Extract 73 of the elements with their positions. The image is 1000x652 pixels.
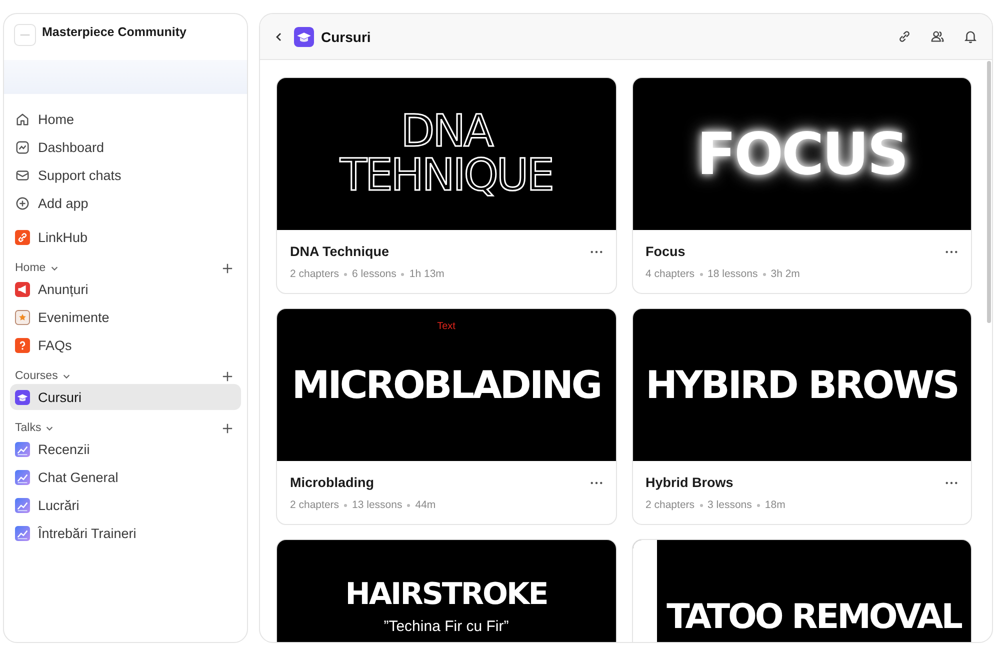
graduation-cap-icon [15, 390, 30, 404]
app-item[interactable]: LinkHub [10, 224, 241, 250]
space-item[interactable]: Cursuri [10, 384, 241, 410]
course-card[interactable]: DNA TEHNIQUE DNA Technique 2 chapters 6 lessons 1h 13m [276, 77, 616, 294]
chart-app-icon [15, 470, 30, 484]
cover-title: DNA [400, 110, 492, 154]
course-title: DNA Technique [290, 244, 390, 259]
graduation-cap-icon [294, 26, 314, 46]
course-meta: 4 chapters [646, 268, 695, 280]
nav-item[interactable]: Add app [10, 190, 241, 216]
cover-title: TEHNIQUE [340, 154, 552, 198]
course-meta: 18m [764, 499, 786, 511]
page-title: Cursuri [321, 28, 371, 44]
course-card[interactable]: Text MICROBLADING Microblading 2 chapters 13 lessons 44m [276, 308, 616, 525]
space-item[interactable]: Evenimente [10, 304, 241, 330]
cover-title: HYBIRD BROWS [646, 366, 958, 404]
course-meta: 3h 2m [770, 268, 800, 280]
nav-item[interactable]: Home [10, 106, 241, 132]
course-meta: 3 lessons [708, 499, 752, 511]
course-card[interactable]: TATOO REMOVAL [632, 539, 972, 642]
course-meta: 1h 13m [409, 268, 444, 280]
more-icon[interactable] [945, 480, 958, 484]
back-icon[interactable] [274, 32, 284, 42]
course-card[interactable]: HAIRSTROKE ”Techina Fir cu Fir” [276, 539, 616, 642]
chart-icon [15, 140, 30, 154]
add-icon[interactable] [222, 370, 233, 382]
link-icon[interactable] [897, 29, 912, 44]
chart-app-icon [15, 442, 30, 456]
space-item[interactable]: Întrebări Traineri [10, 520, 241, 546]
more-icon[interactable] [590, 250, 602, 254]
space-item[interactable]: Anunțuri [10, 276, 241, 302]
chart-app-icon [15, 498, 30, 512]
course-meta: 2 chapters [646, 499, 695, 511]
add-icon[interactable] [222, 262, 233, 274]
more-icon[interactable] [590, 480, 602, 484]
course-card[interactable]: FOCUS Focus 4 chapters 18 lessons 3h 2m [632, 77, 972, 294]
add-icon[interactable] [222, 422, 233, 434]
question-icon [15, 338, 30, 352]
cover-title: TATOO REMOVAL [666, 600, 961, 634]
course-meta: 2 chapters [290, 499, 340, 511]
section-toggle[interactable]: Courses [15, 370, 71, 382]
megaphone-icon [15, 282, 30, 296]
nav-item[interactable]: Dashboard [10, 134, 241, 160]
course-meta: 2 chapters [290, 268, 340, 280]
course-meta: 18 lessons [708, 268, 758, 280]
course-title: Hybrid Brows [646, 475, 734, 490]
cover-title: MICROBLADING [292, 366, 601, 404]
nav-item[interactable]: Support chats [10, 162, 241, 188]
section-toggle[interactable]: Home [15, 262, 59, 274]
home-icon [15, 112, 30, 126]
space-item[interactable]: Lucrări [10, 492, 241, 518]
course-meta: 44m [415, 499, 436, 511]
space-item[interactable]: Recenzii [10, 436, 241, 462]
community-name: Masterpiece Community [42, 25, 186, 39]
course-title: Focus [646, 244, 686, 259]
course-title: Microblading [290, 475, 374, 490]
bell-icon[interactable] [963, 29, 978, 44]
chart-app-icon [15, 526, 30, 540]
space-item[interactable]: FAQs [10, 332, 241, 358]
course-meta: 13 lessons [352, 499, 402, 511]
cover-subtitle: ”Techina Fir cu Fir” [384, 618, 509, 635]
section-toggle[interactable]: Talks [15, 422, 54, 434]
cover-title: FOCUS [696, 125, 907, 183]
add-icon [15, 196, 30, 210]
more-icon[interactable] [945, 250, 958, 254]
cover-note: Text [437, 321, 456, 332]
space-item[interactable]: Chat General [10, 464, 241, 490]
people-icon[interactable] [930, 29, 945, 44]
course-meta: 6 lessons [352, 268, 396, 280]
course-card[interactable]: HYBIRD BROWS Hybrid Brows 2 chapters 3 lessons 18m [632, 308, 972, 525]
cover-title: HAIRSTROKE [345, 580, 548, 610]
link-icon [15, 230, 30, 244]
mail-icon [15, 168, 30, 182]
